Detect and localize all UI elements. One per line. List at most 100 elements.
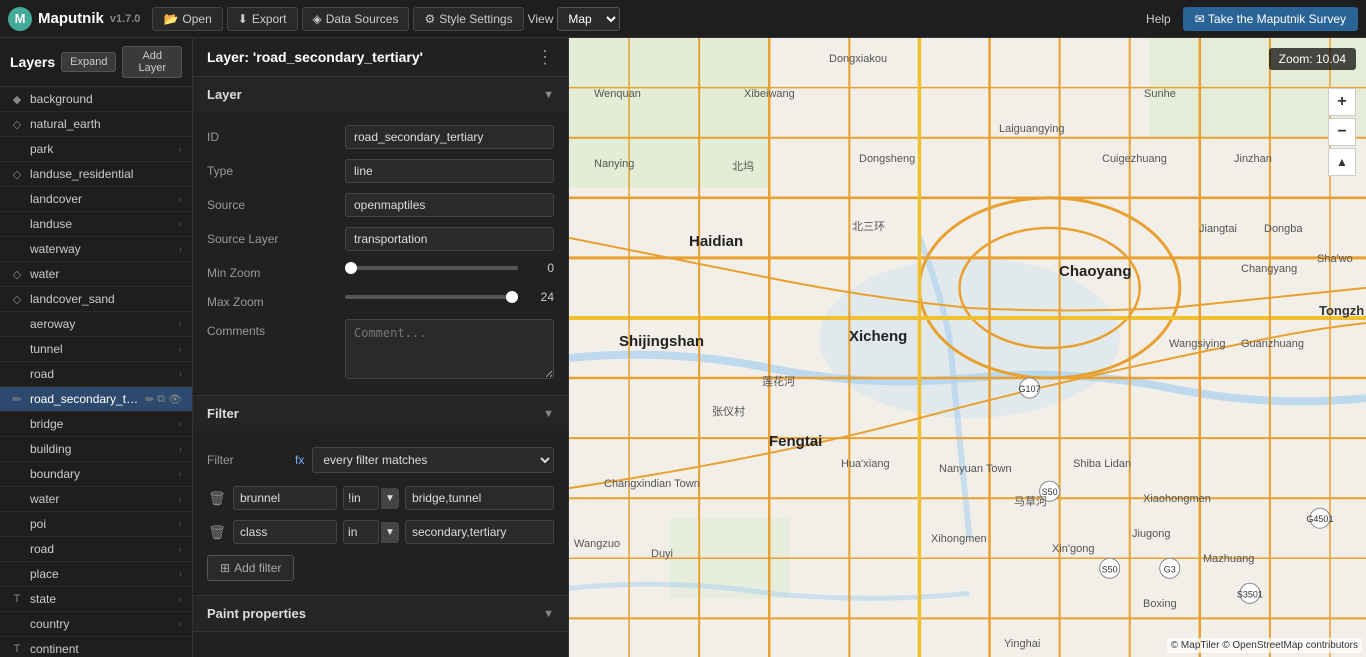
paint-section-header[interactable]: Paint properties ▼	[193, 596, 568, 631]
filter-match-select[interactable]: every filter matches any filter matches …	[312, 447, 554, 473]
map-label-zhangyicun: 张仪村	[712, 403, 745, 419]
sidebar-item-bridge[interactable]: bridge ›	[0, 412, 192, 437]
layer-section-header[interactable]: Layer ▼	[193, 77, 568, 112]
filter-1-value[interactable]	[405, 486, 554, 510]
sidebar-item-natural_earth[interactable]: ◇ natural_earth	[0, 112, 192, 137]
layer-type-icon: T	[10, 593, 24, 605]
fx-button[interactable]: fx	[295, 453, 304, 467]
max-zoom-slider[interactable]	[345, 295, 518, 299]
comments-textarea[interactable]	[345, 319, 554, 379]
sidebar-item-background[interactable]: ◆ background	[0, 87, 192, 112]
export-icon: ⬇	[238, 12, 248, 26]
add-filter-button[interactable]: ⊞ Add filter	[207, 555, 294, 581]
source-layer-input[interactable]	[345, 227, 554, 251]
type-label: Type	[207, 159, 337, 178]
filter-1-field[interactable]	[233, 486, 337, 510]
map-label-laiguangying: Laiguangying	[999, 123, 1064, 135]
sidebar-item-continent[interactable]: T continent	[0, 637, 192, 657]
sidebar-item-tunnel[interactable]: tunnel ›	[0, 337, 192, 362]
filter-1-op-arrow[interactable]: ▼	[381, 488, 399, 509]
eye-icon[interactable]: 👁	[168, 393, 182, 406]
max-zoom-row: Max Zoom 24	[193, 285, 568, 314]
filter-1-delete[interactable]: 🗑	[207, 490, 227, 507]
chevron-right-icon: ›	[179, 319, 182, 330]
map-label-wenquan: Wenquan	[594, 88, 641, 100]
zoom-out-button[interactable]: −	[1328, 118, 1356, 146]
min-zoom-label: Min Zoom	[207, 261, 337, 280]
map-area[interactable]: S50 S50 G107 G3 S3501 G4501 Haidian Shij…	[569, 38, 1366, 657]
filter-section: Filter ▼ Filter fx every filter matches …	[193, 396, 568, 596]
layer-name: poi	[30, 517, 173, 531]
chevron-right-icon: ›	[179, 244, 182, 255]
map-label-cuigezhuang: Cuigezhuang	[1102, 153, 1167, 165]
sidebar-item-road_secondary_tertiary[interactable]: ✏ road_secondary_ter... ✏ ⧉ 👁	[0, 387, 192, 412]
sidebar-item-landuse[interactable]: landuse ›	[0, 212, 192, 237]
source-layer-label: Source Layer	[207, 227, 337, 246]
filter-2-value[interactable]	[405, 520, 554, 544]
layer-section-body: ID Type line Source	[193, 112, 568, 395]
layer-name: park	[30, 142, 173, 156]
paint-section-title: Paint properties	[207, 606, 306, 621]
sidebar-item-country[interactable]: country ›	[0, 612, 192, 637]
id-input[interactable]	[345, 125, 554, 149]
view-select[interactable]: Map Split Code	[557, 7, 620, 31]
layer-name: country	[30, 617, 173, 631]
layer-name: bridge	[30, 417, 173, 431]
sidebar-item-park[interactable]: park ›	[0, 137, 192, 162]
copy-icon[interactable]: ⧉	[157, 393, 165, 406]
min-zoom-slider[interactable]	[345, 266, 518, 270]
id-value-wrap	[345, 125, 554, 149]
sidebar-item-boundary[interactable]: boundary ›	[0, 462, 192, 487]
compass-button[interactable]: ▲	[1328, 148, 1356, 176]
chevron-right-icon: ›	[179, 144, 182, 155]
layer-name: state	[30, 592, 173, 606]
open-button[interactable]: 📂 Open	[152, 7, 222, 31]
panel-menu-button[interactable]: ⋮	[536, 48, 554, 66]
map-label-changxindian: Changxindian Town	[604, 478, 700, 490]
filter-section-header[interactable]: Filter ▼	[193, 396, 568, 431]
map-label-dongsheng: Dongsheng	[859, 153, 915, 165]
map-label-dongba: Dongba	[1264, 223, 1303, 235]
sidebar-item-road[interactable]: road ›	[0, 362, 192, 387]
map-label-boxing: Boxing	[1143, 598, 1177, 610]
sidebar-item-road2[interactable]: road ›	[0, 537, 192, 562]
filter-2-op[interactable]	[343, 520, 379, 544]
sidebar-item-poi[interactable]: poi ›	[0, 512, 192, 537]
add-layer-button[interactable]: Add Layer	[122, 46, 182, 78]
sidebar-item-landcover_sand[interactable]: ◇ landcover_sand	[0, 287, 192, 312]
map-label-beiwu: 北坞	[732, 158, 754, 174]
map-label-sanhuan: 北三环	[852, 218, 885, 234]
filter-1-op[interactable]	[343, 486, 379, 510]
help-button[interactable]: Help	[1138, 8, 1179, 30]
sidebar-item-waterway[interactable]: waterway ›	[0, 237, 192, 262]
filter-2-op-arrow[interactable]: ▼	[381, 522, 399, 543]
max-zoom-value: 24	[526, 290, 554, 304]
edit-icon[interactable]: ✏	[145, 393, 154, 406]
sidebar-item-place[interactable]: place ›	[0, 562, 192, 587]
map-label-nanyuan: Nanyuan Town	[939, 463, 1012, 475]
sidebar-item-building[interactable]: building ›	[0, 437, 192, 462]
expand-button[interactable]: Expand	[61, 52, 116, 72]
type-value: line	[345, 159, 554, 183]
source-input[interactable]	[345, 193, 554, 217]
filter-2-field[interactable]	[233, 520, 337, 544]
filter-2-delete[interactable]: 🗑	[207, 524, 227, 541]
sidebar-item-landcover[interactable]: landcover ›	[0, 187, 192, 212]
chevron-right-icon: ›	[179, 519, 182, 530]
sidebar-item-landuse_residential[interactable]: ◇ landuse_residential	[0, 162, 192, 187]
layer-name: aeroway	[30, 317, 173, 331]
layer-name: landuse	[30, 217, 173, 231]
sidebar-item-aeroway[interactable]: aeroway ›	[0, 312, 192, 337]
sidebar-item-state[interactable]: T state ›	[0, 587, 192, 612]
data-sources-button[interactable]: ◈ Data Sources	[302, 7, 410, 31]
sidebar-item-water2[interactable]: water ›	[0, 487, 192, 512]
zoom-in-button[interactable]: +	[1328, 88, 1356, 116]
properties-panel: Layer: 'road_secondary_tertiary' ⋮ Layer…	[193, 38, 569, 657]
sidebar-item-water[interactable]: ◇ water	[0, 262, 192, 287]
survey-button[interactable]: ✉ Take the Maputnik Survey	[1183, 7, 1358, 31]
export-button[interactable]: ⬇ Export	[227, 7, 298, 31]
map-label-yinghai: Yinghai	[1004, 638, 1040, 650]
view-select-wrap: View Map Split Code	[528, 7, 621, 31]
map-label-shawo: Sha'wo	[1317, 253, 1353, 265]
style-settings-button[interactable]: ⚙ Style Settings	[413, 7, 523, 31]
